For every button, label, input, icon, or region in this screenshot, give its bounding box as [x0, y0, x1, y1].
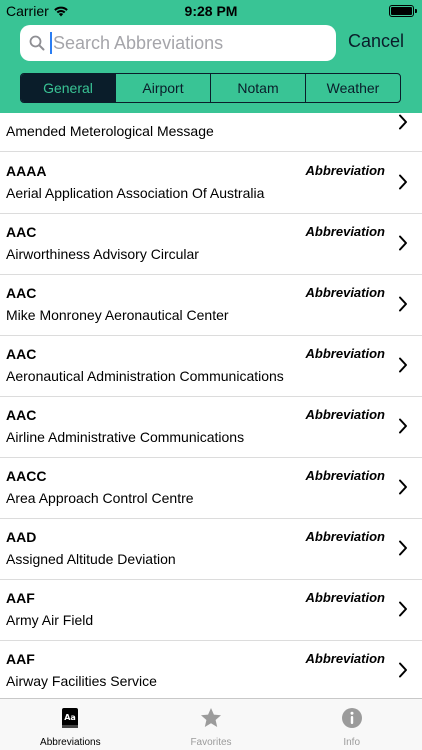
tab-label: Abbreviations: [40, 737, 101, 748]
abbreviation-code: AAF: [6, 590, 35, 606]
chevron-right-icon: [399, 662, 407, 678]
segment-general[interactable]: General: [21, 74, 115, 102]
abbreviation-type: Abbreviation: [305, 590, 385, 605]
text-caret: [50, 32, 52, 54]
abbreviation-description: Aeronautical Administration Communicatio…: [6, 368, 284, 384]
list-item[interactable]: AAC Abbreviation Mike Monroney Aeronauti…: [0, 275, 422, 336]
search-bar[interactable]: [20, 25, 336, 61]
search-icon: [29, 35, 45, 51]
chevron-right-icon: [399, 114, 407, 130]
abbreviation-description: Mike Monroney Aeronautical Center: [6, 307, 229, 323]
list-item[interactable]: AAC Abbreviation Airworthiness Advisory …: [0, 214, 422, 275]
star-icon: [201, 708, 221, 727]
search-input[interactable]: [53, 25, 323, 61]
list-item[interactable]: AAF Abbreviation Airway Facilities Servi…: [0, 641, 422, 698]
chevron-right-icon: [399, 296, 407, 312]
category-segmented-control: General Airport Notam Weather: [20, 73, 401, 103]
chevron-right-icon: [399, 540, 407, 556]
abbreviation-type: Abbreviation: [305, 407, 385, 422]
svg-text:Aa: Aa: [65, 713, 77, 722]
abbreviation-type: Abbreviation: [305, 163, 385, 178]
list-item[interactable]: AACC Abbreviation Area Approach Control …: [0, 458, 422, 519]
abbreviation-description: Amended Meterological Message: [6, 123, 214, 139]
chevron-right-icon: [399, 235, 407, 251]
segment-airport[interactable]: Airport: [115, 74, 210, 102]
info-icon: [341, 708, 362, 728]
abbreviation-description: Assigned Altitude Deviation: [6, 551, 176, 567]
abbreviation-description: Airway Facilities Service: [6, 673, 157, 689]
abbreviation-type: Abbreviation: [305, 468, 385, 483]
tab-bar: Aa Abbreviations Favorites Info: [0, 698, 422, 750]
list-item[interactable]: AAC Abbreviation Aeronautical Administra…: [0, 336, 422, 397]
segment-notam[interactable]: Notam: [210, 74, 305, 102]
chevron-right-icon: [399, 601, 407, 617]
chevron-right-icon: [399, 479, 407, 495]
abbreviation-code: AAAA: [6, 163, 47, 179]
dictionary-icon: Aa: [62, 708, 79, 728]
status-bar: Carrier 9:28 PM: [0, 0, 422, 22]
abbreviation-description: Aerial Application Association Of Austra…: [6, 185, 265, 201]
chevron-right-icon: [399, 174, 407, 190]
abbreviation-type: Abbreviation: [305, 346, 385, 361]
abbreviation-type: Abbreviation: [305, 651, 385, 666]
list-item[interactable]: AAC Abbreviation Airline Administrative …: [0, 397, 422, 458]
abbreviation-code: AACC: [6, 468, 47, 484]
abbreviation-code: AAD: [6, 529, 37, 545]
chevron-right-icon: [399, 418, 407, 434]
list-item[interactable]: AAD Abbreviation Assigned Altitude Devia…: [0, 519, 422, 580]
abbreviation-description: Airline Administrative Communications: [6, 429, 245, 445]
tab-label: Info: [343, 737, 361, 748]
abbreviation-code: AAF: [6, 651, 35, 667]
header: Carrier 9:28 PM Cancel General Airport N…: [0, 0, 422, 113]
abbreviation-type: Abbreviation: [305, 224, 385, 239]
abbreviation-type: Abbreviation: [305, 285, 385, 300]
tab-abbreviations[interactable]: Aa Abbreviations: [0, 699, 141, 750]
segment-weather[interactable]: Weather: [305, 74, 400, 102]
list-item[interactable]: AAAA Abbreviation Aerial Application Ass…: [0, 153, 422, 214]
tab-favorites[interactable]: Favorites: [141, 699, 282, 750]
clock: 9:28 PM: [184, 3, 238, 19]
abbreviation-code: AAC: [6, 285, 37, 301]
abbreviation-code: AAC: [6, 407, 37, 423]
abbreviation-description: Area Approach Control Centre: [6, 490, 194, 506]
list-item[interactable]: Amended Meterological Message: [0, 113, 422, 152]
abbreviation-code: AAC: [6, 224, 37, 240]
abbreviation-description: Airworthiness Advisory Circular: [6, 246, 199, 262]
cancel-button[interactable]: Cancel: [348, 31, 404, 52]
abbreviation-list[interactable]: Amended Meterological Message AAAA Abbre…: [0, 113, 422, 698]
abbreviation-type: Abbreviation: [305, 529, 385, 544]
battery-icon: [389, 5, 417, 17]
abbreviation-description: Army Air Field: [6, 612, 94, 628]
tab-label: Favorites: [190, 737, 232, 748]
chevron-right-icon: [399, 357, 407, 373]
list-item[interactable]: AAF Abbreviation Army Air Field: [0, 580, 422, 641]
abbreviation-code: AAC: [6, 346, 37, 362]
tab-info[interactable]: Info: [281, 699, 422, 750]
